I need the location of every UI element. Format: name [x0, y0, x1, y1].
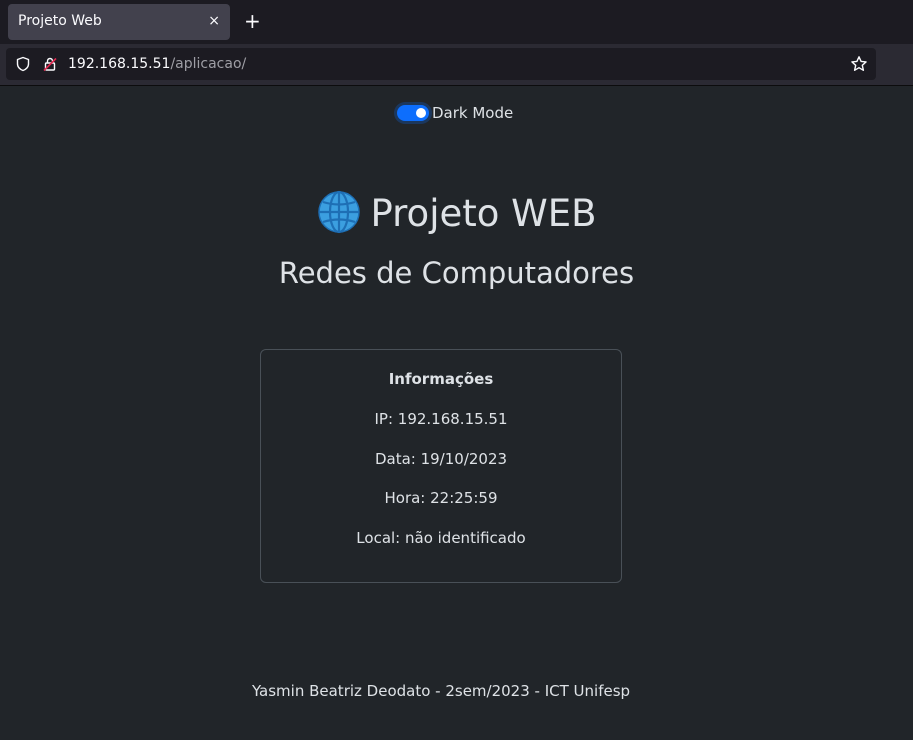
url-host: 192.168.15.51	[68, 56, 171, 72]
insecure-lock-icon[interactable]	[42, 56, 58, 72]
globe-icon	[317, 190, 360, 234]
shield-icon[interactable]	[15, 56, 31, 72]
info-card-title: Informações	[388, 370, 494, 388]
browser-tab[interactable]: Projeto Web ×	[8, 4, 230, 40]
navigation-bar: 192.168.15.51/aplicacao/	[0, 44, 913, 86]
new-tab-icon[interactable]: +	[244, 11, 261, 31]
page-title-text: Projeto WEB	[370, 192, 597, 235]
footer-text: Yasmin Beatriz Deodato - 2sem/2023 - ICT…	[251, 682, 631, 700]
bookmark-star-icon[interactable]	[850, 55, 868, 73]
address-bar[interactable]: 192.168.15.51/aplicacao/	[6, 48, 876, 80]
info-card: Informações IP: 192.168.15.51 Data: 19/1…	[260, 349, 622, 583]
tab-title: Projeto Web	[18, 13, 102, 29]
info-location: Local: não identificado	[356, 529, 526, 547]
info-time: Hora: 22:25:59	[384, 489, 498, 507]
url-text[interactable]: 192.168.15.51/aplicacao/	[68, 56, 246, 72]
page-subtitle: Redes de Computadores	[278, 256, 635, 290]
page-content: Dark Mode Projeto WEB Redes de Computado…	[0, 86, 913, 740]
browser-tab-bar: Projeto Web × +	[0, 0, 913, 44]
tab-close-icon[interactable]: ×	[208, 13, 220, 29]
info-date: Data: 19/10/2023	[374, 450, 508, 468]
dark-mode-toggle[interactable]	[397, 105, 429, 121]
page-title: Projeto WEB	[0, 190, 913, 235]
toggle-knob	[416, 108, 426, 118]
info-ip: IP: 192.168.15.51	[374, 410, 508, 428]
dark-mode-label[interactable]: Dark Mode	[432, 104, 513, 122]
url-path: /aplicacao/	[170, 56, 247, 72]
